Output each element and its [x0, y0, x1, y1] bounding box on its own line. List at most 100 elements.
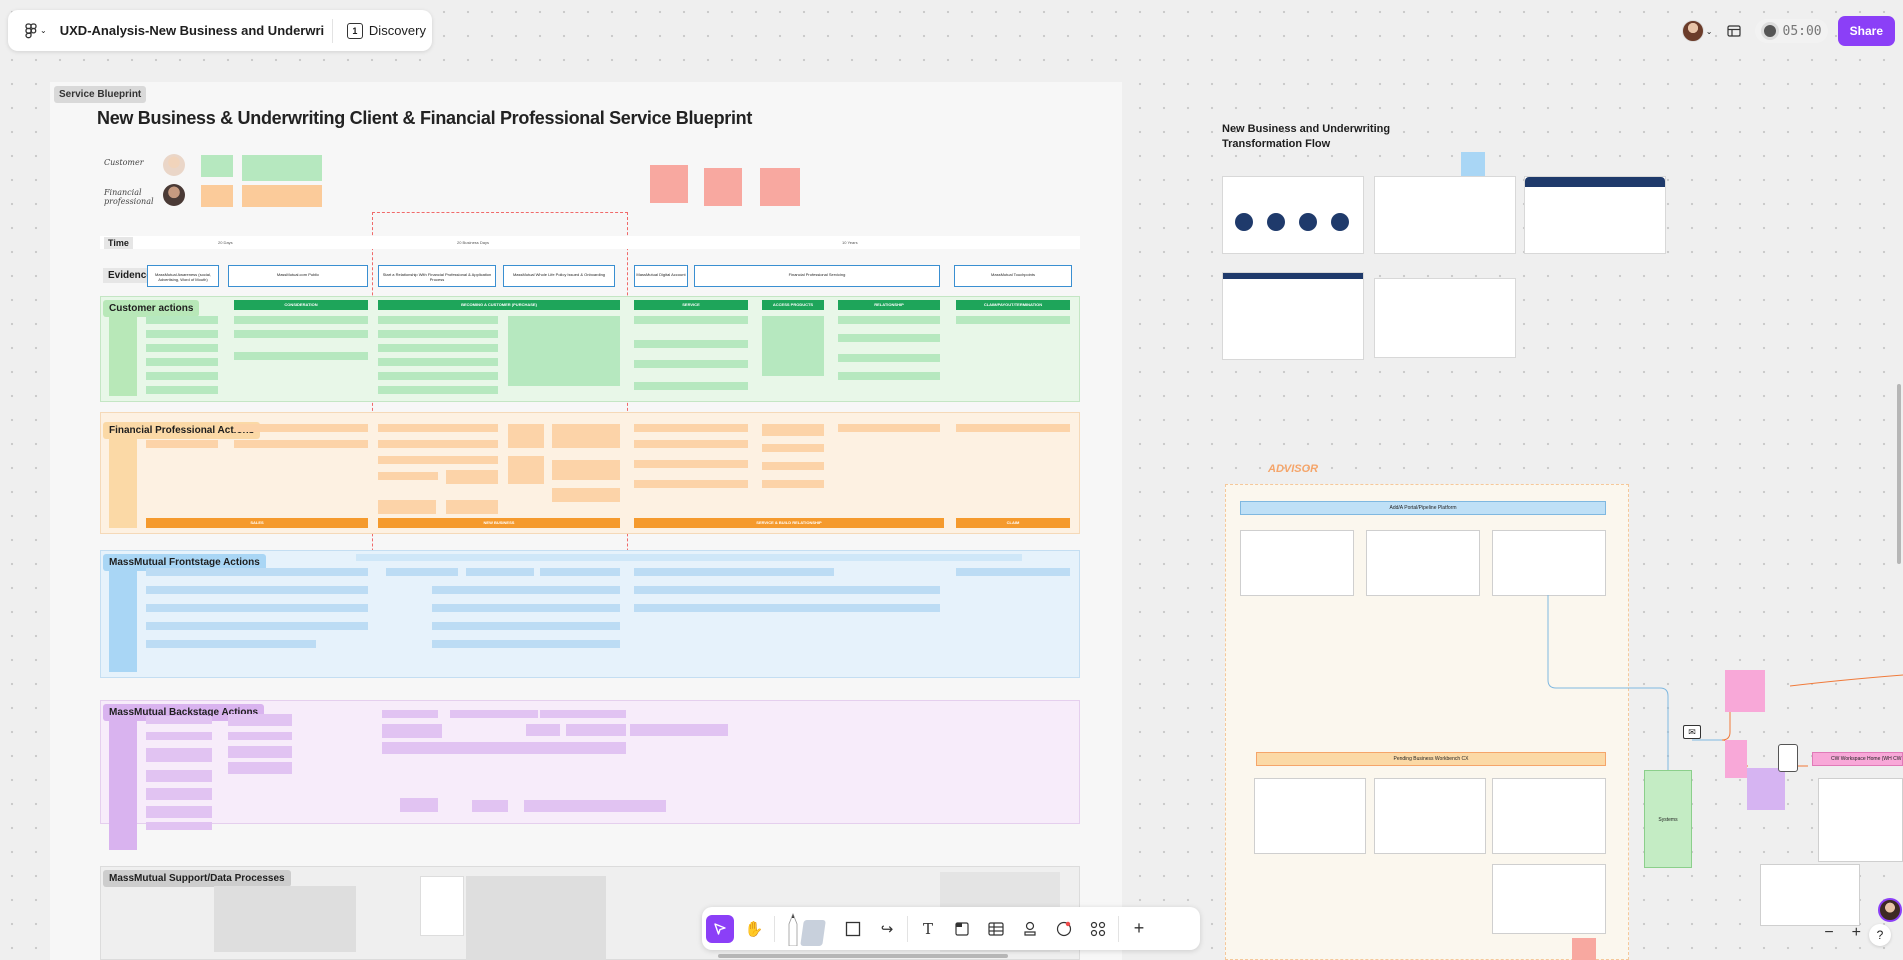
share-button[interactable]: Share [1837, 16, 1895, 46]
backstage-card[interactable] [228, 714, 292, 726]
backstage-card[interactable] [146, 748, 212, 762]
backstage-card[interactable] [472, 800, 508, 812]
fp-card[interactable] [552, 460, 620, 480]
vertical-scrollbar[interactable] [1897, 384, 1901, 564]
sticky-note[interactable] [1461, 152, 1485, 176]
pen-tool-icon[interactable] [781, 912, 833, 946]
frontstage-card[interactable] [466, 568, 534, 576]
sticky-note[interactable] [1725, 740, 1747, 778]
backstage-card[interactable] [146, 822, 212, 830]
backstage-card[interactable] [400, 798, 438, 812]
evidence-box[interactable]: Start a Relationship With Financial Prof… [378, 265, 496, 287]
zoom-out-icon[interactable]: − [1824, 924, 1833, 942]
backstage-card[interactable] [146, 806, 212, 818]
evidence-box[interactable]: MassMutual Whole Life Policy Issued & On… [503, 265, 615, 287]
flow-thumbnail[interactable] [1222, 272, 1364, 360]
fp-card[interactable] [446, 500, 498, 514]
frontstage-card[interactable] [146, 640, 316, 648]
screen-mockup[interactable] [1366, 530, 1480, 596]
action-card[interactable] [146, 316, 218, 324]
evidence-box[interactable]: MassMutual Awareness (social, Advertisin… [147, 265, 219, 287]
flow-thumbnail[interactable] [1374, 176, 1516, 254]
action-card[interactable] [146, 330, 218, 338]
action-card[interactable] [234, 352, 368, 360]
stamp-tool-icon[interactable] [1016, 915, 1044, 943]
frontstage-card[interactable] [738, 568, 834, 576]
move-tool-icon[interactable] [706, 914, 734, 943]
backstage-card[interactable] [146, 716, 212, 724]
connector-tool-icon[interactable]: ↪ [873, 915, 901, 943]
main-menu-button[interactable]: ⌄ [18, 10, 54, 51]
support-card[interactable] [466, 876, 606, 960]
frontstage-bar[interactable] [356, 554, 1022, 561]
action-card[interactable] [378, 358, 498, 366]
fp-card[interactable] [146, 440, 218, 448]
action-card[interactable] [378, 344, 498, 352]
screen-mockup[interactable] [1254, 778, 1366, 854]
action-card[interactable] [838, 316, 940, 324]
backstage-card[interactable] [524, 800, 666, 812]
fp-card[interactable] [378, 440, 498, 448]
add-icon[interactable]: + [1125, 915, 1153, 943]
frontstage-card[interactable] [432, 640, 620, 648]
fp-card[interactable] [234, 424, 368, 432]
fp-card[interactable] [552, 488, 620, 502]
frontstage-card[interactable] [146, 622, 368, 630]
fp-card[interactable] [378, 424, 498, 432]
more-tools-icon[interactable] [1084, 915, 1112, 943]
frontstage-card[interactable] [146, 604, 368, 612]
action-card[interactable] [508, 316, 620, 386]
fp-card[interactable] [552, 424, 620, 448]
backstage-card[interactable] [146, 770, 212, 782]
sticker-tool-icon[interactable] [1050, 915, 1078, 943]
action-card[interactable] [146, 372, 218, 380]
fp-card[interactable] [234, 440, 368, 448]
timer[interactable]: 05:00 [1754, 19, 1828, 43]
sticky-note[interactable] [650, 165, 688, 203]
backstage-card[interactable] [228, 746, 292, 758]
flow-thumbnail[interactable] [1222, 176, 1364, 254]
frontstage-card[interactable] [146, 568, 368, 576]
help-icon[interactable]: ? [1869, 924, 1891, 946]
frontstage-card[interactable] [146, 586, 368, 594]
fp-card[interactable] [956, 424, 1070, 432]
section-tool-icon[interactable] [948, 915, 976, 943]
action-card[interactable] [146, 358, 218, 366]
action-card[interactable] [634, 382, 748, 390]
flow-thumbnail[interactable] [1374, 278, 1516, 358]
evidence-box[interactable]: Financial Professional Servicing [694, 265, 940, 287]
screen-mockup[interactable] [1492, 530, 1606, 596]
shape-tool-icon[interactable] [839, 915, 867, 943]
fp-card[interactable] [508, 456, 544, 484]
fp-card[interactable] [378, 456, 498, 464]
evidence-box[interactable]: MassMutual Digital Account [634, 265, 688, 287]
backstage-card[interactable] [540, 710, 626, 718]
backstage-card[interactable] [382, 710, 438, 718]
user-menu[interactable]: ⌄ [1681, 20, 1713, 42]
frontstage-card[interactable] [432, 604, 620, 612]
page-selector[interactable]: 1 Discovery [341, 19, 432, 43]
flow-thumbnail[interactable] [1524, 176, 1666, 254]
fp-card[interactable] [838, 424, 940, 432]
sticky-note[interactable] [1725, 670, 1765, 712]
backstage-card[interactable] [382, 742, 626, 754]
action-card[interactable] [956, 316, 1070, 324]
text-tool-icon[interactable]: T [914, 915, 942, 943]
backstage-card[interactable] [146, 732, 212, 740]
action-card[interactable] [762, 316, 824, 376]
fp-card[interactable] [762, 424, 824, 436]
action-card[interactable] [146, 344, 218, 352]
screen-mockup[interactable] [1240, 530, 1354, 596]
sticky-note[interactable] [1572, 938, 1596, 960]
action-card[interactable] [634, 340, 748, 348]
file-title[interactable]: UXD-Analysis-New Business and Underwriti… [60, 23, 324, 38]
action-card[interactable] [378, 330, 498, 338]
backstage-card[interactable] [566, 724, 626, 736]
layout-icon[interactable] [1723, 20, 1745, 42]
frontstage-card[interactable] [432, 586, 620, 594]
workspace-bar[interactable]: CW Workspace Home (WH CW TC) [1812, 752, 1903, 766]
screen-mockup[interactable] [1760, 864, 1860, 926]
action-card[interactable] [234, 330, 368, 338]
sticky-note[interactable] [1747, 768, 1785, 810]
action-card[interactable] [378, 386, 498, 394]
